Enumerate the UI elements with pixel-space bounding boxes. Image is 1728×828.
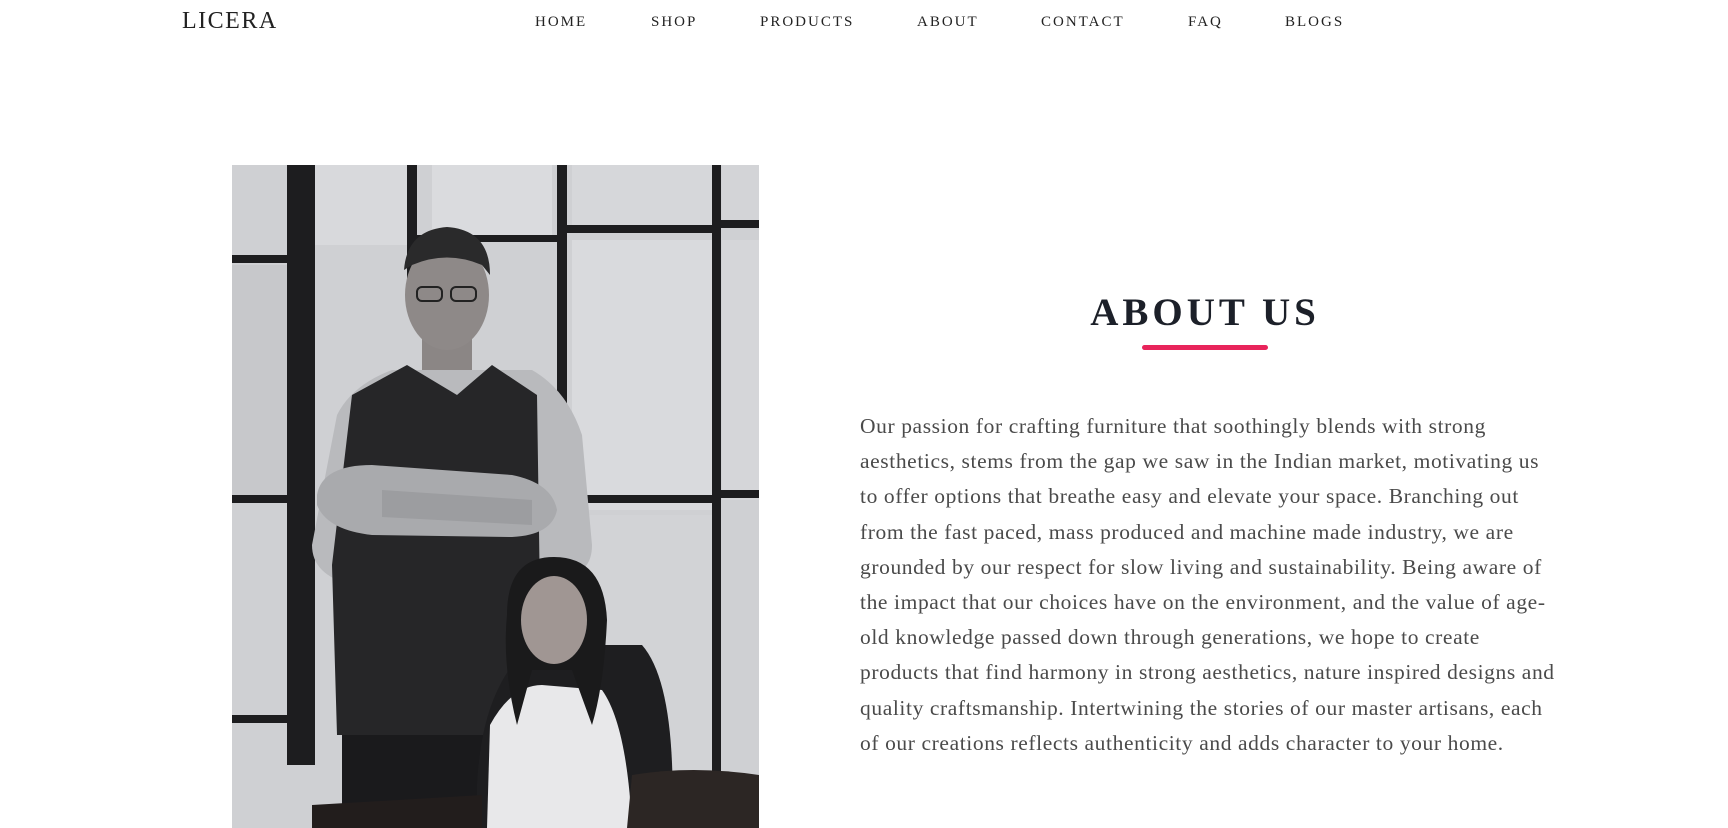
nav-faq[interactable]: FAQ: [1188, 14, 1223, 31]
nav-shop[interactable]: SHOP: [651, 14, 697, 31]
site-header: LICERA HOME SHOP PRODUCTS ABOUT CONTACT …: [0, 0, 1728, 46]
nav-contact[interactable]: CONTACT: [1041, 14, 1125, 31]
nav-home[interactable]: HOME: [535, 14, 587, 31]
about-title: ABOUT US: [1090, 291, 1320, 334]
nav-blogs[interactable]: BLOGS: [1285, 14, 1344, 31]
nav-products[interactable]: PRODUCTS: [760, 14, 854, 31]
nav-about[interactable]: ABOUT: [917, 14, 979, 31]
site-logo[interactable]: LICERA: [182, 8, 278, 35]
founders-photo-illustration: [232, 165, 759, 828]
title-underline: [1142, 345, 1268, 350]
founders-photo: [232, 165, 759, 828]
about-body-text: Our passion for crafting furniture that …: [860, 414, 1555, 755]
page: LICERA HOME SHOP PRODUCTS ABOUT CONTACT …: [0, 0, 1728, 828]
